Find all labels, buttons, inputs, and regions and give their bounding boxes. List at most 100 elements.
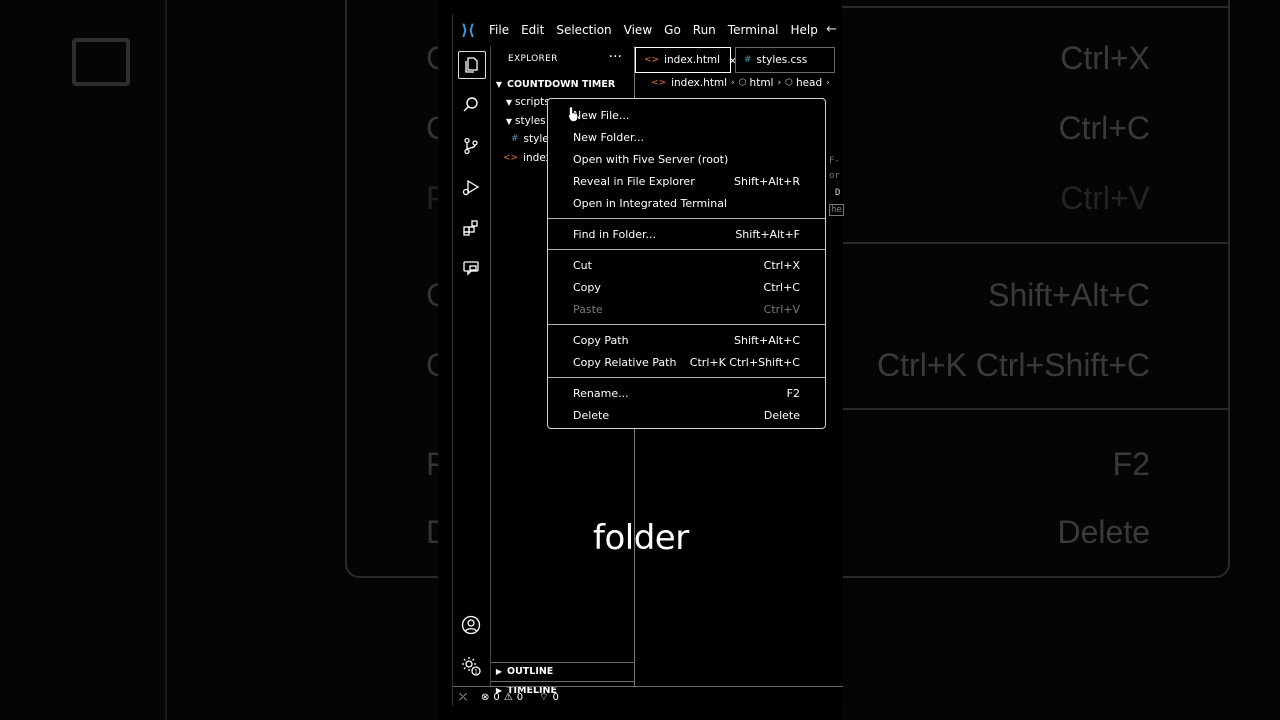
menu-separator	[548, 218, 825, 219]
menu-selection[interactable]: Selection	[550, 14, 617, 46]
menu-item-paste: Paste Ctrl+V	[548, 298, 825, 320]
back-arrow-icon[interactable]: ←	[826, 22, 837, 37]
menu-item-shortcut: Ctrl+C	[763, 280, 800, 294]
svg-text:1: 1	[474, 669, 478, 676]
account-icon[interactable]	[458, 612, 484, 638]
background-shortcut: Ctrl+V	[1060, 180, 1150, 216]
ports-count[interactable]: 0	[553, 692, 559, 703]
breadcrumb-html[interactable]: html	[750, 77, 774, 89]
chevron-right-icon: ▶	[495, 666, 503, 676]
css-file-icon: #	[744, 55, 752, 65]
menu-go[interactable]: Go	[658, 14, 687, 46]
tab-index-html[interactable]: <> index.html ×	[635, 47, 737, 73]
menu-item-shortcut: Shift+Alt+C	[733, 333, 800, 347]
more-actions-icon[interactable]: ···	[609, 49, 622, 65]
mouse-pointer-icon	[568, 106, 578, 122]
background-shortcut: Ctrl+K Ctrl+Shift+C	[877, 347, 1150, 383]
menu-item-rename[interactable]: Rename... F2	[548, 382, 825, 404]
breadcrumb-head[interactable]: head	[796, 77, 822, 89]
remote-indicator-icon[interactable]: ⤫	[459, 692, 467, 703]
editor-tabs: <> index.html × # styles.css	[635, 46, 843, 74]
background-shortcut: F2	[1112, 446, 1150, 482]
code-fragment: or	[829, 171, 840, 181]
menu-item-find-in-folder[interactable]: Find in Folder... Shift+Alt+F	[548, 223, 825, 245]
menu-item-open-five-server[interactable]: Open with Five Server (root)	[548, 148, 825, 170]
tab-styles-css[interactable]: # styles.css	[735, 47, 835, 73]
tab-label: styles.css	[756, 54, 808, 66]
menu-terminal[interactable]: Terminal	[722, 14, 785, 46]
background-left: C C P C C F D	[0, 0, 438, 720]
background-separator	[842, 6, 1228, 8]
run-debug-icon[interactable]	[458, 174, 484, 200]
menu-view[interactable]: View	[618, 14, 658, 46]
menu-item-shortcut: F2	[786, 386, 800, 400]
menu-item-shortcut: Ctrl+X	[763, 258, 800, 272]
warning-icon[interactable]: ⚠	[504, 692, 513, 703]
background-letter: C	[426, 110, 438, 146]
menu-item-shortcut: Shift+Alt+R	[734, 174, 800, 188]
html-file-icon: <>	[644, 55, 660, 65]
ports-icon[interactable]: ⌔	[539, 691, 548, 704]
status-bar: ⤫ ⊗ 0 ⚠ 0 ⌔ 0	[453, 686, 843, 707]
manage-gear-icon[interactable]: 1	[458, 653, 484, 679]
explorer-header: EXPLORER	[508, 54, 558, 64]
menu-item-cut[interactable]: Cut Ctrl+X	[548, 254, 825, 276]
chevron-right-icon: ›	[826, 78, 830, 88]
remote-explorer-icon[interactable]	[458, 255, 484, 281]
background-shortcut: Ctrl+X	[1060, 40, 1150, 76]
menu-separator	[548, 324, 825, 325]
background-right: Ctrl+X Ctrl+C Ctrl+V Shift+Alt+C Ctrl+K …	[842, 0, 1280, 720]
menu-item-label: Copy Path	[573, 333, 629, 347]
menu-separator	[548, 249, 825, 250]
outline-label: OUTLINE	[507, 665, 554, 677]
warning-count[interactable]: 0	[517, 692, 523, 703]
background-letter: D	[426, 514, 438, 550]
html-file-icon: <>	[651, 78, 667, 88]
menu-item-new-folder[interactable]: New Folder...	[548, 126, 825, 148]
menu-help[interactable]: Help	[785, 14, 824, 46]
menu-item-label: Rename...	[573, 386, 629, 400]
error-icon[interactable]: ⊗	[481, 692, 489, 703]
chevron-down-icon: ▼	[495, 79, 503, 89]
background-shortcut: Ctrl+C	[1058, 110, 1150, 146]
background-chat-icon	[72, 38, 130, 86]
extensions-icon[interactable]	[458, 215, 484, 241]
source-control-icon[interactable]	[458, 133, 484, 159]
background-menu-panel-left	[345, 0, 438, 578]
title-bar: ⟩⟨ File Edit Selection View Go Run Termi…	[453, 14, 843, 46]
menu-run[interactable]: Run	[687, 14, 722, 46]
search-icon[interactable]	[458, 92, 484, 118]
menu-item-open-integrated-terminal[interactable]: Open in Integrated Terminal	[548, 192, 825, 214]
error-count[interactable]: 0	[493, 692, 499, 703]
menu-file[interactable]: File	[483, 14, 515, 46]
menu-item-shortcut: Shift+Alt+F	[735, 227, 800, 241]
background-letter: P	[426, 180, 438, 216]
menu-item-copy-path[interactable]: Copy Path Shift+Alt+C	[548, 329, 825, 351]
background-divider	[165, 0, 167, 720]
explorer-icon[interactable]	[458, 51, 486, 79]
menu-item-shortcut: Ctrl+K Ctrl+Shift+C	[689, 355, 800, 369]
menu-item-label: Open with Five Server (root)	[573, 152, 729, 166]
menu-item-copy-relative-path[interactable]: Copy Relative Path Ctrl+K Ctrl+Shift+C	[548, 351, 825, 373]
menu-item-label: New Folder...	[573, 130, 644, 144]
folder-label: scripts	[515, 96, 550, 108]
project-folder-header[interactable]: ▼ COUNTDOWN TIMER	[491, 75, 634, 93]
file-label: style	[523, 133, 549, 145]
background-letter: C	[426, 347, 438, 383]
menu-edit[interactable]: Edit	[515, 14, 550, 46]
menu-item-new-file[interactable]: New File...	[548, 104, 825, 126]
menu-item-copy[interactable]: Copy Ctrl+C	[548, 276, 825, 298]
menu-item-label: Open in Integrated Terminal	[573, 196, 727, 210]
menu-item-reveal-in-file-explorer[interactable]: Reveal in File Explorer Shift+Alt+R	[548, 170, 825, 192]
video-caption: folder	[593, 518, 689, 558]
menu-item-label: Reveal in File Explorer	[573, 174, 695, 188]
chevron-right-icon: ›	[777, 78, 782, 88]
background-letter: F	[426, 446, 438, 482]
background-letter: C	[426, 277, 438, 313]
code-fragment: he	[829, 204, 844, 216]
menu-item-delete[interactable]: Delete Delete	[548, 404, 825, 426]
outline-section[interactable]: ▶ OUTLINE	[491, 662, 634, 680]
breadcrumb-file[interactable]: index.html	[671, 77, 727, 89]
background-letter: C	[426, 40, 438, 76]
background-shortcut: Delete	[1057, 514, 1151, 550]
